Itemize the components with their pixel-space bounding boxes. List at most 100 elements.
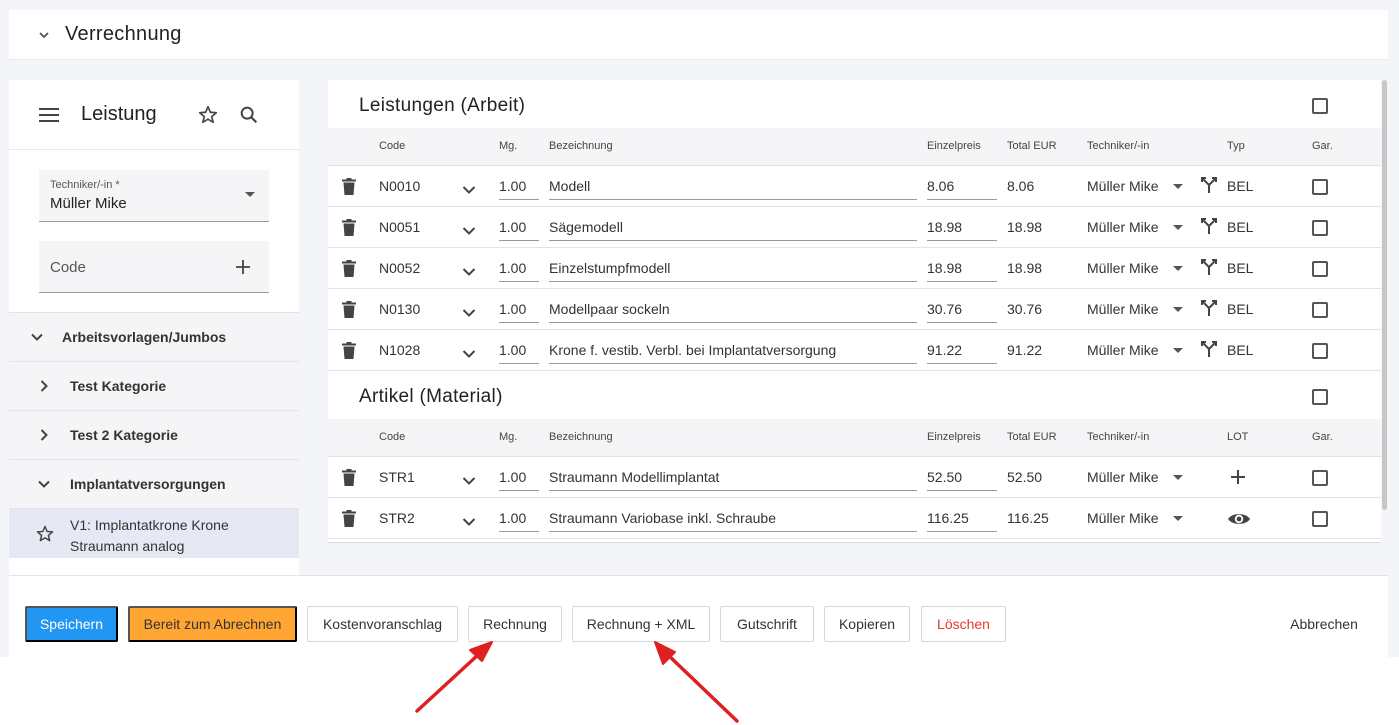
unit-price-field[interactable]: 52.50 (927, 463, 997, 491)
chevron-down-icon[interactable] (462, 182, 476, 194)
chevron-down-icon[interactable] (462, 264, 476, 276)
delete-button[interactable]: Löschen (921, 606, 1006, 642)
eye-icon[interactable] (1227, 511, 1251, 527)
quantity-field[interactable]: 1.00 (499, 504, 539, 532)
description-field[interactable]: Straumann Variobase inkl. Schraube (549, 504, 917, 532)
chevron-down-icon[interactable] (30, 330, 44, 344)
row-technician[interactable]: Müller Mike (1087, 301, 1159, 317)
dropdown-arrow-icon[interactable] (1173, 516, 1183, 521)
quantity-field[interactable]: 1.00 (499, 254, 539, 282)
description-field[interactable]: Straumann Modellimplantat (549, 463, 917, 491)
plus-icon[interactable] (235, 259, 251, 275)
description-field[interactable]: Krone f. vestib. Verbl. bei Implantatver… (549, 336, 917, 364)
cost-estimate-button[interactable]: Kostenvoranschlag (307, 606, 458, 642)
row-technician[interactable]: Müller Mike (1087, 469, 1159, 485)
plus-icon[interactable] (1230, 469, 1246, 485)
code-input[interactable]: Code (39, 241, 269, 293)
save-button[interactable]: Speichern (25, 606, 118, 642)
star-icon[interactable] (35, 524, 55, 544)
unit-price-field[interactable]: 30.76 (927, 295, 997, 323)
fork-icon[interactable] (1200, 340, 1218, 358)
invoice-xml-button[interactable]: Rechnung + XML (572, 606, 710, 642)
material-column-header: Code Mg. Bezeichnung Einzelpreis Total E… (328, 419, 1381, 457)
trash-icon[interactable] (342, 178, 356, 195)
technician-select-value: Müller Mike (50, 195, 127, 212)
fork-icon[interactable] (1200, 176, 1218, 194)
quantity-field[interactable]: 1.00 (499, 172, 539, 200)
row-technician[interactable]: Müller Mike (1087, 342, 1159, 358)
description-field[interactable]: Modell (549, 172, 917, 200)
tree-item-arbeitsvorlagen[interactable]: Arbeitsvorlagen/Jumbos (9, 312, 299, 361)
quantity-field[interactable]: 1.00 (499, 463, 539, 491)
chevron-right-icon[interactable] (37, 379, 51, 393)
tree-item-test-2-kategorie[interactable]: Test 2 Kategorie (9, 410, 299, 459)
description-field[interactable]: Sägemodell (549, 213, 917, 241)
unit-price-field[interactable]: 91.22 (927, 336, 997, 364)
col-desc: Bezeichnung (549, 140, 613, 152)
chevron-down-icon[interactable] (462, 305, 476, 317)
guarantee-checkbox[interactable] (1312, 261, 1328, 277)
row-code: STR1 (379, 469, 415, 485)
guarantee-checkbox[interactable] (1312, 179, 1328, 195)
row-technician[interactable]: Müller Mike (1087, 260, 1159, 276)
guarantee-checkbox[interactable] (1312, 470, 1328, 486)
row-technician[interactable]: Müller Mike (1087, 219, 1159, 235)
guarantee-checkbox[interactable] (1312, 302, 1328, 318)
quantity-field[interactable]: 1.00 (499, 213, 539, 241)
trash-icon[interactable] (342, 469, 356, 486)
trash-icon[interactable] (342, 219, 356, 236)
chevron-down-icon[interactable] (37, 477, 51, 491)
dropdown-arrow-icon[interactable] (1173, 266, 1183, 271)
row-total: 18.98 (1007, 260, 1043, 276)
quantity-field[interactable]: 1.00 (499, 295, 539, 323)
cancel-button[interactable]: Abbrechen (1274, 606, 1374, 642)
chevron-down-icon[interactable] (462, 473, 476, 485)
row-technician[interactable]: Müller Mike (1087, 178, 1159, 194)
fork-icon[interactable] (1200, 258, 1218, 276)
dropdown-arrow-icon[interactable] (1173, 307, 1183, 312)
dropdown-arrow-icon[interactable] (1173, 225, 1183, 230)
trash-icon[interactable] (342, 510, 356, 527)
chevron-down-icon[interactable] (37, 28, 51, 42)
guarantee-checkbox[interactable] (1312, 220, 1328, 236)
scrollbar[interactable] (1382, 80, 1387, 510)
chevron-right-icon[interactable] (37, 428, 51, 442)
unit-price-field[interactable]: 8.06 (927, 172, 997, 200)
invoice-button[interactable]: Rechnung (468, 606, 562, 642)
quantity-field[interactable]: 1.00 (499, 336, 539, 364)
trash-icon[interactable] (342, 342, 356, 359)
guarantee-checkbox[interactable] (1312, 511, 1328, 527)
fork-icon[interactable] (1200, 299, 1218, 317)
unit-price-field[interactable]: 18.98 (927, 213, 997, 241)
description-field[interactable]: Modellpaar sockeln (549, 295, 917, 323)
dropdown-arrow-icon[interactable] (1173, 475, 1183, 480)
section-header[interactable]: Verrechnung (9, 10, 1388, 60)
template-item-v1[interactable]: V1: Implantatkrone Krone Straumann analo… (9, 508, 299, 558)
tree-item-test-kategorie[interactable]: Test Kategorie (9, 361, 299, 410)
credit-note-button[interactable]: Gutschrift (720, 606, 814, 642)
row-technician[interactable]: Müller Mike (1087, 510, 1159, 526)
trash-icon[interactable] (342, 260, 356, 277)
menu-icon[interactable] (39, 107, 59, 123)
search-icon[interactable] (238, 104, 260, 126)
dropdown-arrow-icon[interactable] (1173, 348, 1183, 353)
chevron-down-icon[interactable] (462, 514, 476, 526)
copy-button[interactable]: Kopieren (824, 606, 910, 642)
unit-price-field[interactable]: 116.25 (927, 504, 997, 532)
dropdown-arrow-icon[interactable] (1173, 184, 1183, 189)
material-select-all-checkbox[interactable] (1312, 389, 1328, 405)
ready-to-bill-button[interactable]: Bereit zum Abrechnen (128, 606, 297, 642)
star-icon[interactable] (197, 104, 219, 126)
technician-select[interactable]: Techniker/-in * Müller Mike (39, 170, 269, 222)
fork-icon[interactable] (1200, 217, 1218, 235)
unit-price-field[interactable]: 18.98 (927, 254, 997, 282)
tree-item-implantatversorgungen[interactable]: Implantatversorgungen (9, 459, 299, 508)
description-field[interactable]: Einzelstumpfmodell (549, 254, 917, 282)
row-type: BEL (1227, 301, 1254, 317)
trash-icon[interactable] (342, 301, 356, 318)
guarantee-checkbox[interactable] (1312, 343, 1328, 359)
chevron-down-icon[interactable] (462, 346, 476, 358)
labor-select-all-checkbox[interactable] (1312, 98, 1328, 114)
dropdown-arrow-icon[interactable] (245, 192, 255, 197)
chevron-down-icon[interactable] (462, 223, 476, 235)
